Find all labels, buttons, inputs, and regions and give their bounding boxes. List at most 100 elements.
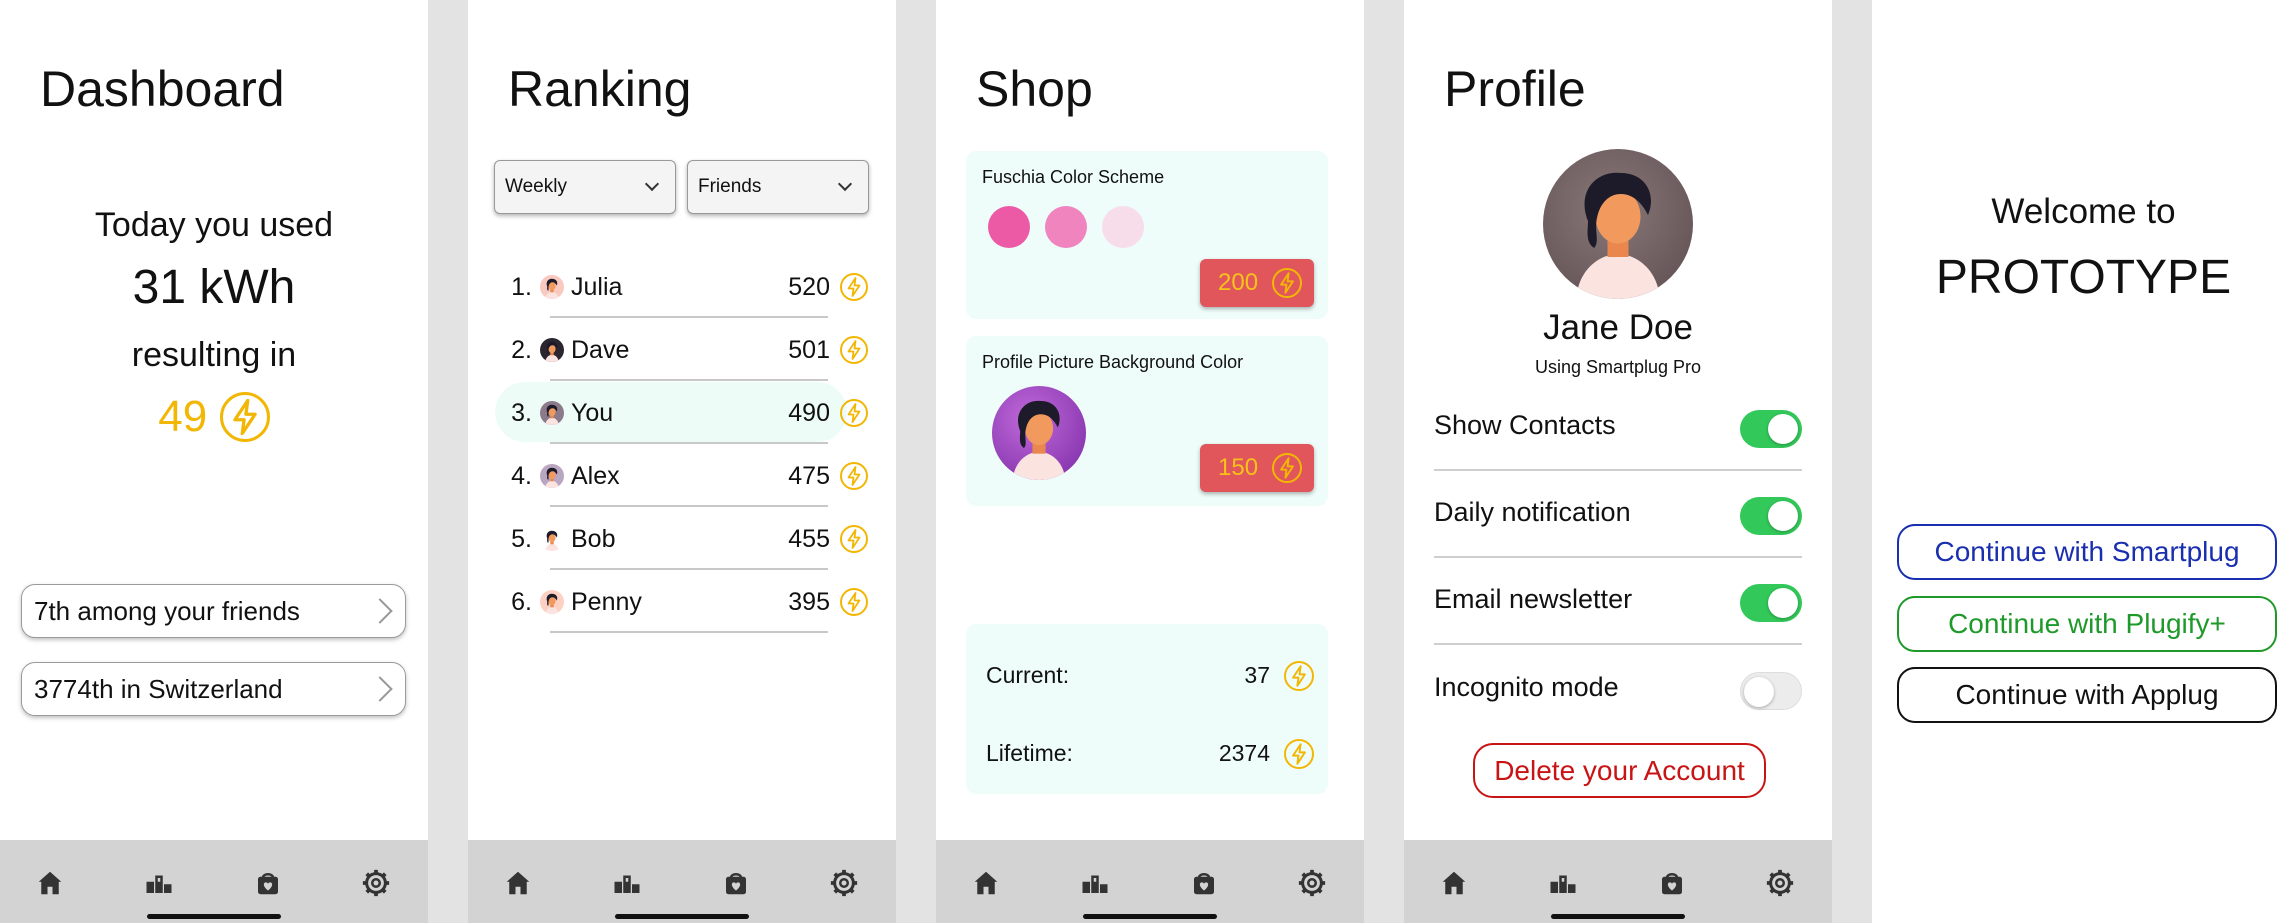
setting-label: Incognito mode [1434, 672, 1619, 702]
chevron-down-icon [644, 176, 660, 192]
country-rank-label: 3774th in Switzerland [34, 674, 283, 704]
period-value: Weekly [505, 176, 567, 197]
user-name: Jane Doe [1543, 308, 1693, 347]
usage-label: Today you used [94, 206, 334, 244]
podium-icon [1080, 868, 1110, 898]
continue-with-applug-button[interactable]: Continue with Applug [1897, 667, 2277, 723]
setting-email-newsletter: Email newsletter [1434, 558, 1802, 645]
tab-home[interactable] [33, 866, 67, 900]
resulting-label: resulting in [131, 336, 297, 374]
daily-notification-toggle[interactable] [1740, 497, 1802, 535]
tab-bar [0, 840, 428, 923]
continue-with-plugify-button[interactable]: Continue with Plugify+ [1897, 596, 2277, 652]
avatar [540, 401, 564, 425]
tab-bar [936, 840, 1364, 923]
chevron-down-icon [837, 176, 853, 192]
country-rank-button[interactable]: 3774th in Switzerland [21, 662, 406, 716]
tab-shop[interactable] [719, 866, 753, 900]
tab-shop[interactable] [1187, 866, 1221, 900]
home-icon [971, 868, 1001, 898]
ranking-row-current-user[interactable]: 3. You 490 [495, 381, 868, 444]
avatar [540, 338, 564, 362]
lifetime-balance-label: Lifetime: [986, 740, 1073, 766]
divider [1434, 643, 1802, 645]
tab-shop[interactable] [251, 866, 285, 900]
player-points: 395 [788, 588, 830, 616]
bolt-icon [219, 392, 270, 442]
ranking-row[interactable]: 2. Dave 501 [498, 318, 868, 381]
tab-home[interactable] [501, 866, 535, 900]
player-points: 455 [788, 525, 830, 553]
rank-number: 2. [511, 336, 532, 364]
avatar[interactable] [1543, 149, 1693, 299]
ranking-row[interactable]: 4. Alex 475 [498, 444, 868, 507]
gear-icon [1297, 868, 1327, 898]
profile-screen: Profile Jane Doe Using Smartplug Pro Sho… [1404, 0, 1832, 923]
tab-ranking[interactable] [142, 866, 176, 900]
user-subtitle: Using Smartplug Pro [1534, 357, 1702, 377]
period-select[interactable]: Weekly [494, 160, 676, 214]
home-icon [503, 868, 533, 898]
buy-button[interactable]: 150 [1200, 444, 1314, 492]
gear-icon [361, 868, 391, 898]
shop-screen: Shop Fuschia Color Scheme 200 Profile Pi… [936, 0, 1364, 923]
friends-rank-button[interactable]: 7th among your friends [21, 584, 406, 638]
balance-card: Current: 37 Lifetime: 2374 [966, 624, 1328, 794]
tab-ranking[interactable] [1078, 866, 1112, 900]
incognito-mode-toggle[interactable] [1740, 672, 1802, 710]
tab-settings[interactable] [1763, 866, 1797, 900]
bolt-icon [840, 588, 868, 616]
chevron-right-icon [367, 598, 393, 624]
chevron-right-icon [367, 676, 393, 702]
player-name: Alex [571, 462, 620, 490]
show-contacts-toggle[interactable] [1740, 410, 1802, 448]
setting-label: Daily notification [1434, 497, 1631, 527]
lifetime-balance-value: 2374 [1218, 740, 1270, 766]
current-balance-value: 37 [1244, 662, 1270, 688]
continue-with-smartplug-button[interactable]: Continue with Smartplug [1897, 524, 2277, 580]
tab-ranking[interactable] [610, 866, 644, 900]
points-value: 49 [158, 392, 208, 441]
tab-shop[interactable] [1655, 866, 1689, 900]
player-points: 490 [788, 399, 830, 427]
bolt-icon [840, 399, 868, 427]
page-title: Shop [976, 61, 1093, 117]
podium-icon [1548, 868, 1578, 898]
dashboard-screen: Dashboard Today you used 31 kWh resultin… [0, 0, 428, 923]
tab-settings[interactable] [827, 866, 861, 900]
price-value: 200 [1218, 269, 1259, 296]
bolt-icon [1284, 661, 1314, 691]
ranking-screen: Ranking Weekly Friends 1. Julia 520 2. D… [468, 0, 896, 923]
bolt-icon [1284, 739, 1314, 769]
shop-item-name: Profile Picture Background Color [982, 352, 1244, 372]
rank-number: 5. [511, 525, 532, 553]
shopping-bag-icon [1189, 868, 1219, 898]
avatar [540, 275, 564, 299]
tab-ranking[interactable] [1546, 866, 1580, 900]
tab-settings[interactable] [359, 866, 393, 900]
email-newsletter-toggle[interactable] [1740, 584, 1802, 622]
tab-home[interactable] [1437, 866, 1471, 900]
delete-account-button[interactable]: Delete your Account [1473, 743, 1766, 798]
ranking-row[interactable]: 5. Bob 455 [498, 507, 868, 570]
home-indicator [147, 914, 281, 919]
ranking-row[interactable]: 1. Julia 520 [498, 255, 868, 318]
player-name: Bob [571, 525, 616, 553]
tab-settings[interactable] [1295, 866, 1329, 900]
setting-label: Show Contacts [1434, 410, 1616, 440]
podium-icon [612, 868, 642, 898]
ranking-row[interactable]: 6. Penny 395 [498, 570, 868, 633]
bolt-icon [1272, 268, 1302, 298]
home-icon [35, 868, 65, 898]
avatar [540, 590, 564, 614]
setting-show-contacts: Show Contacts [1434, 384, 1802, 471]
scope-select[interactable]: Friends [687, 160, 869, 214]
scope-value: Friends [698, 176, 762, 197]
rank-number: 6. [511, 588, 532, 616]
buy-button[interactable]: 200 [1200, 259, 1314, 307]
player-points: 501 [788, 336, 830, 364]
tab-home[interactable] [969, 866, 1003, 900]
shopping-bag-icon [721, 868, 751, 898]
current-balance-label: Current: [986, 662, 1070, 688]
rank-number: 1. [511, 273, 532, 301]
